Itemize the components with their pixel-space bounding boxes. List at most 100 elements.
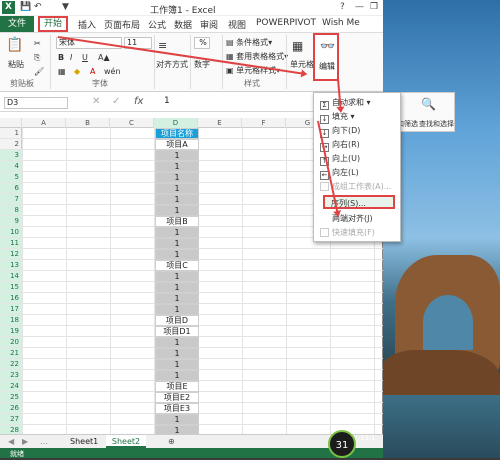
border-icon[interactable]: ▦ [58, 67, 66, 76]
cell-d[interactable]: 1 [155, 293, 199, 304]
cell-d[interactable]: 1 [155, 249, 199, 260]
row-header[interactable]: 12 [0, 249, 22, 260]
filter-icon[interactable]: ▼ [62, 2, 69, 12]
cell-d[interactable]: 1 [155, 348, 199, 359]
row-header[interactable]: 5 [0, 172, 22, 183]
cell-d[interactable]: 1 [155, 282, 199, 293]
number-button[interactable]: 数字 [194, 59, 210, 70]
cell-d[interactable]: 1 [155, 359, 199, 370]
cell-d[interactable]: 1 [155, 227, 199, 238]
col-header[interactable]: E [198, 118, 242, 128]
fx-button[interactable]: fx [134, 96, 143, 107]
flash-fill-item[interactable]: 快速填充(F) [320, 227, 375, 238]
speed-widget[interactable]: 31 [328, 430, 356, 458]
undo-icon[interactable]: ↶ [34, 2, 42, 12]
row-header[interactable]: 27 [0, 414, 22, 425]
row-header[interactable]: 1 [0, 128, 22, 139]
tab-data[interactable]: 数据 [174, 18, 192, 31]
cell-d[interactable]: 项目C [155, 260, 199, 271]
row-header[interactable]: 3 [0, 150, 22, 161]
paste-icon[interactable]: 📋 [6, 37, 23, 53]
row-header[interactable]: 22 [0, 359, 22, 370]
row-header[interactable]: 26 [0, 403, 22, 414]
cell-d[interactable]: 项目B [155, 216, 199, 227]
tab-home[interactable]: 开始 [38, 16, 68, 32]
row-header[interactable]: 7 [0, 194, 22, 205]
row-header[interactable]: 2 [0, 139, 22, 150]
font-grow-icon[interactable]: A▲ [98, 53, 110, 62]
row-header[interactable]: 8 [0, 205, 22, 216]
row-header[interactable]: 13 [0, 260, 22, 271]
fill-left-item[interactable]: ← 向左(L) [320, 167, 359, 180]
cell-d[interactable]: 1 [155, 414, 199, 425]
cell-d[interactable]: 项目D [155, 315, 199, 326]
italic-button[interactable]: I [70, 53, 72, 62]
edit-button[interactable]: 👓 编辑 [313, 33, 339, 81]
add-sheet-icon[interactable]: ⊕ [168, 437, 175, 446]
cell-d[interactable]: 项目E [155, 381, 199, 392]
save-icon[interactable]: 💾 [20, 2, 31, 12]
cell-d[interactable]: 项目E3 [155, 403, 199, 414]
prev-sheet-icon[interactable]: ◀ [8, 437, 14, 446]
align-icon[interactable]: ≡ [158, 39, 167, 52]
cell-d[interactable]: 1 [155, 238, 199, 249]
bold-button[interactable]: B [58, 53, 64, 62]
fill-down-item[interactable]: ↓ 向下(D) [320, 125, 360, 138]
font-color-icon[interactable]: A [90, 67, 95, 76]
tab-powerpivot[interactable]: POWERPIVOT [256, 18, 316, 28]
col-header[interactable]: C [110, 118, 154, 128]
cell-d[interactable]: 1 [155, 172, 199, 183]
cell-d[interactable]: 1 [155, 304, 199, 315]
cell-d[interactable]: 1 [155, 271, 199, 282]
justify-item[interactable]: 两端对齐(J) [320, 213, 373, 224]
row-header[interactable]: 16 [0, 293, 22, 304]
copy-icon[interactable]: ⎘ [34, 53, 40, 63]
tab-view[interactable]: 视图 [228, 18, 246, 31]
row-header[interactable]: 20 [0, 337, 22, 348]
sheet-tab-2[interactable]: Sheet2 [106, 435, 146, 448]
cell-d[interactable]: 1 [155, 194, 199, 205]
cell-d[interactable]: 项目E2 [155, 392, 199, 403]
conditional-format-button[interactable]: ▤ 条件格式▾ [226, 37, 272, 48]
next-sheet-icon[interactable]: ▶ [22, 437, 28, 446]
row-header[interactable]: 25 [0, 392, 22, 403]
cell-d[interactable]: 项目A [155, 139, 199, 150]
user-name[interactable]: Wish Me [322, 18, 360, 28]
col-header[interactable]: A [22, 118, 66, 128]
cell-d[interactable]: 项目D1 [155, 326, 199, 337]
fill-right-item[interactable]: →向右(R) [320, 139, 360, 152]
tab-insert[interactable]: 插入 [78, 18, 96, 31]
format-painter-icon[interactable]: 🖌 [34, 67, 44, 76]
cell-d[interactable]: 1 [155, 337, 199, 348]
tab-review[interactable]: 审阅 [200, 18, 218, 31]
col-header[interactable]: D [154, 118, 198, 128]
find-icon[interactable]: 🔍 [421, 97, 436, 111]
row-header[interactable]: 24 [0, 381, 22, 392]
formula-input[interactable]: 1 [164, 96, 170, 106]
row-header[interactable]: 28 [0, 425, 22, 434]
autosum-item[interactable]: Σ 自动求和 ▾ [320, 97, 371, 110]
col-header[interactable]: B [66, 118, 110, 128]
row-header[interactable]: 17 [0, 304, 22, 315]
cut-icon[interactable]: ✂ [34, 39, 41, 48]
wen-icon[interactable]: wén [104, 67, 121, 76]
col-header[interactable]: F [242, 118, 286, 128]
percent-button[interactable]: % [194, 37, 210, 49]
sheet-tab-1[interactable]: Sheet1 [70, 437, 98, 446]
row-header[interactable]: 18 [0, 315, 22, 326]
cell-d[interactable]: 1 [155, 161, 199, 172]
row-header[interactable]: 10 [0, 227, 22, 238]
underline-button[interactable]: U [82, 53, 88, 62]
cells-button[interactable]: 单元格 [290, 59, 314, 70]
row-header[interactable]: 15 [0, 282, 22, 293]
table-format-button[interactable]: ▦ 套用表格格式▾ [226, 51, 288, 62]
cell-d[interactable]: 1 [155, 150, 199, 161]
minimize-icon[interactable]: — [355, 2, 364, 12]
cancel-icon[interactable]: ✕ [92, 96, 100, 107]
row-header[interactable]: 11 [0, 238, 22, 249]
tab-file[interactable]: 文件 [0, 16, 34, 32]
enter-icon[interactable]: ✓ [112, 96, 120, 107]
cell-d[interactable]: 1 [155, 425, 199, 434]
tab-page-layout[interactable]: 页面布局 [104, 18, 140, 31]
row-header[interactable]: 6 [0, 183, 22, 194]
